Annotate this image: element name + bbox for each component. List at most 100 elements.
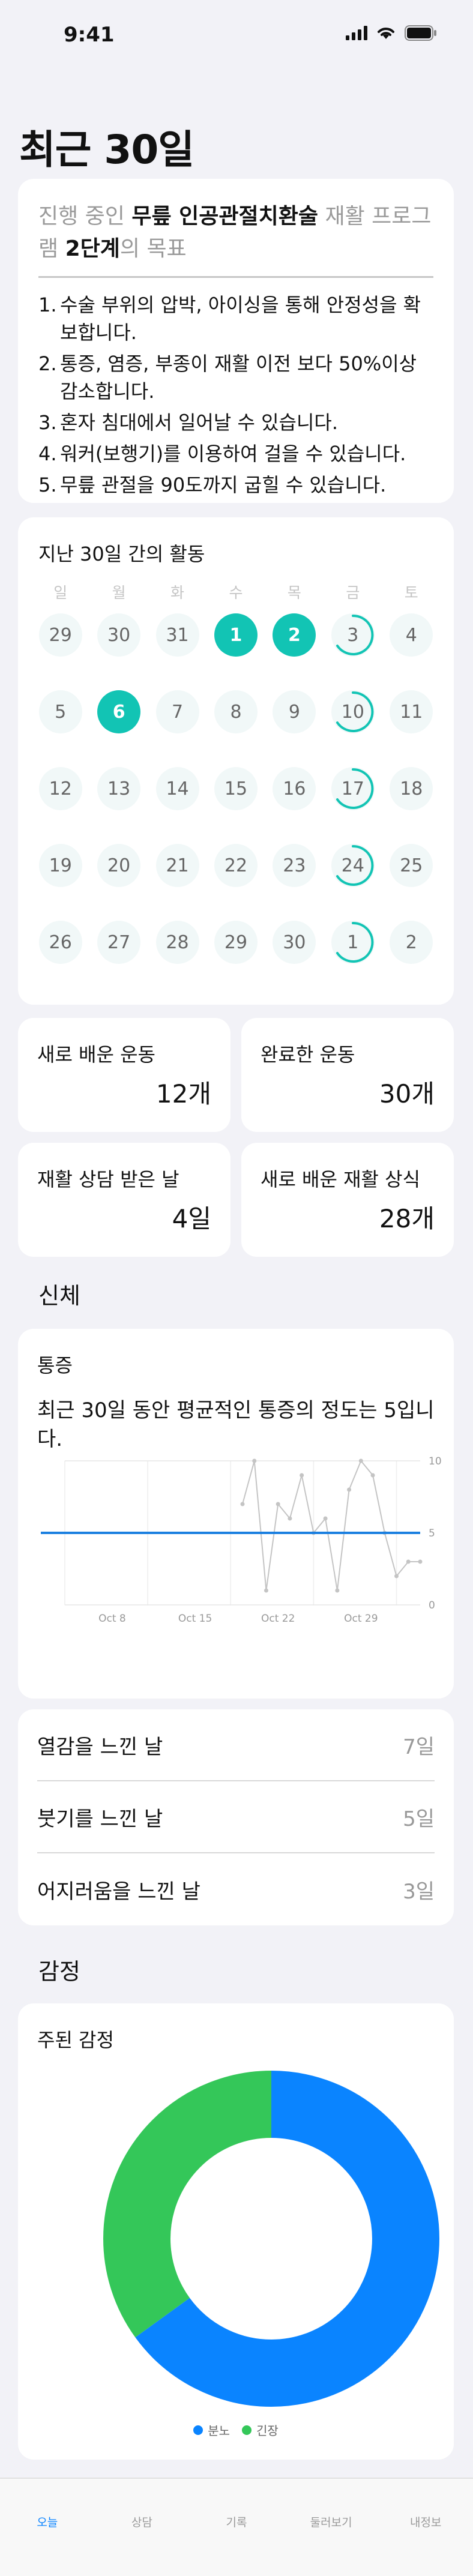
- calendar-day[interactable]: 24: [331, 844, 375, 887]
- legend-item: 긴장: [242, 2421, 279, 2439]
- calendar-day[interactable]: 14: [155, 767, 199, 810]
- activity-card: 지난 30일 간의 활동 일월화수목금토 29 30 31 1 2 3 4 5 6 7 8 9 10 11…: [18, 517, 454, 1005]
- calendar-day[interactable]: 4: [390, 613, 433, 657]
- pain-data-point: [276, 1502, 280, 1506]
- goal-item-text: 무릎 관절을 90도까지 굽힐 수 있습니다.: [60, 474, 387, 496]
- calendar-day[interactable]: 31: [155, 613, 199, 657]
- symptom-label: 어지러움을 느낀 날: [37, 1879, 200, 1904]
- symptom-value: 3일: [403, 1879, 435, 1904]
- battery-icon: [405, 25, 436, 41]
- emotion-card[interactable]: 주된 감정 분노 긴장: [18, 2003, 454, 2460]
- calendar-day[interactable]: 26: [38, 921, 82, 964]
- calendar-day[interactable]: 28: [155, 921, 199, 964]
- calendar-day[interactable]: 13: [97, 767, 141, 810]
- calendar-day-number: 6: [112, 701, 125, 723]
- calendar-day[interactable]: 29: [214, 921, 258, 964]
- calendar-day[interactable]: 29: [38, 613, 82, 657]
- weekday-label: 월: [112, 584, 126, 601]
- calendar-day[interactable]: 7: [155, 690, 199, 733]
- calendar-day-number: 11: [400, 701, 423, 723]
- goal-item-text: 수술 부위의 압박, 아이싱을 통해 안정성을 확보합니다.: [60, 293, 421, 344]
- calendar-day-number: 9: [288, 701, 300, 723]
- emotion-title: 주된 감정: [37, 2029, 114, 2051]
- tab-records[interactable]: 기록: [189, 2514, 284, 2530]
- calendar-day[interactable]: 12: [38, 767, 82, 810]
- status-time: 9:41: [64, 23, 115, 47]
- tab-consult[interactable]: 상담: [95, 2514, 190, 2530]
- stat-label: 새로 배운 재활 상식: [261, 1168, 421, 1191]
- calendar-day-number: 26: [49, 931, 72, 953]
- calendar-day[interactable]: 16: [273, 767, 316, 810]
- calendar-day[interactable]: 20: [97, 844, 141, 887]
- stat-new-exercises[interactable]: 새로 배운 운동 12개: [18, 1018, 230, 1132]
- calendar-day-number: 3: [347, 624, 359, 646]
- symptom-row-dizziness[interactable]: 어지러움을 느낀 날 3일: [37, 1853, 435, 1925]
- calendar-day[interactable]: 30: [97, 613, 141, 657]
- calendar-day-number: 21: [166, 855, 189, 876]
- calendar-day[interactable]: 18: [390, 767, 433, 810]
- activity-calendar: 29 30 31 1 2 3 4 5 6 7 8 9 10 11 12 13 14 15 16 17 18 19 20 21 2…: [31, 613, 441, 964]
- weekday-label: 목: [287, 584, 301, 601]
- calendar-day-number: 30: [107, 624, 131, 646]
- calendar-day[interactable]: 1: [331, 921, 375, 964]
- calendar-day[interactable]: 17: [331, 767, 375, 810]
- calendar-day[interactable]: 3: [331, 613, 375, 657]
- calendar-day[interactable]: 21: [155, 844, 199, 887]
- pain-data-point: [358, 1458, 363, 1463]
- calendar-day-number: 29: [49, 624, 72, 646]
- calendar-day[interactable]: 11: [390, 690, 433, 733]
- calendar-day[interactable]: 22: [214, 844, 258, 887]
- goal-item: 5. 무릎 관절을 90도까지 굽힐 수 있습니다.: [38, 471, 433, 499]
- legend-label: 분노: [208, 2424, 230, 2438]
- stat-label: 재활 상담 받은 날: [37, 1168, 179, 1191]
- weekday-label: 수: [229, 584, 243, 601]
- tab-bar: 오늘 상담 기록 둘러보기 내정보: [0, 2478, 473, 2576]
- emotion-donut-chart: [103, 2071, 439, 2407]
- tab-my-info[interactable]: 내정보: [378, 2514, 473, 2530]
- calendar-day-number: 17: [341, 778, 364, 799]
- calendar-day[interactable]: 1: [214, 613, 258, 657]
- calendar-day-number: 13: [107, 778, 131, 799]
- calendar-day[interactable]: 23: [273, 844, 316, 887]
- calendar-day[interactable]: 6: [97, 690, 141, 733]
- calendar-day[interactable]: 10: [331, 690, 375, 733]
- pain-card[interactable]: 통증 최근 30일 동안 평균적인 통증의 정도는 5입니다. 0 5 10 Oct …: [18, 1329, 454, 1699]
- calendar-day[interactable]: 2: [390, 921, 433, 964]
- goal-item-number: 5.: [38, 474, 57, 496]
- goal-item-number: 2.: [38, 352, 57, 375]
- status-bar: 9:41: [0, 0, 473, 72]
- goal-suffix: 의 목표: [119, 236, 187, 261]
- calendar-day-number: 22: [224, 855, 248, 876]
- pain-data-point: [335, 1588, 340, 1593]
- calendar-day[interactable]: 30: [273, 921, 316, 964]
- goal-heading: 진행 중인 무릎 인공관절치환술 재활 프로그램 2단계의 목표: [38, 200, 433, 278]
- stat-consult-days[interactable]: 재활 상담 받은 날 4일: [18, 1143, 230, 1257]
- goal-item-text: 혼자 침대에서 일어날 수 있습니다.: [60, 411, 339, 434]
- symptom-list: 열감을 느낀 날 7일 붓기를 느낀 날 5일 어지러움을 느낀 날 3일: [18, 1709, 454, 1925]
- calendar-day[interactable]: 25: [390, 844, 433, 887]
- symptom-row-fever[interactable]: 열감을 느낀 날 7일: [37, 1709, 435, 1781]
- calendar-day-number: 4: [405, 624, 417, 646]
- calendar-day[interactable]: 15: [214, 767, 258, 810]
- calendar-day-number: 1: [347, 931, 359, 953]
- calendar-day-number: 5: [55, 701, 67, 723]
- symptom-row-swelling[interactable]: 붓기를 느낀 날 5일: [37, 1781, 435, 1853]
- stat-value: 4일: [172, 1204, 211, 1233]
- calendar-day[interactable]: 8: [214, 690, 258, 733]
- stat-new-knowledge[interactable]: 새로 배운 재활 상식 28개: [241, 1143, 454, 1257]
- calendar-day[interactable]: 2: [273, 613, 316, 657]
- calendar-day[interactable]: 19: [38, 844, 82, 887]
- calendar-day[interactable]: 9: [273, 690, 316, 733]
- pain-data-point: [264, 1588, 268, 1593]
- pain-title: 통증: [37, 1354, 73, 1377]
- tab-today[interactable]: 오늘: [0, 2514, 95, 2530]
- calendar-day-number: 20: [107, 855, 131, 876]
- calendar-day-number: 24: [341, 855, 364, 876]
- stat-label: 완료한 운동: [261, 1043, 355, 1066]
- calendar-day[interactable]: 5: [38, 690, 82, 733]
- calendar-day-number: 28: [166, 931, 189, 953]
- pain-data-point: [418, 1559, 423, 1564]
- stat-completed-exercises[interactable]: 완료한 운동 30개: [241, 1018, 454, 1132]
- tab-explore[interactable]: 둘러보기: [284, 2514, 379, 2530]
- calendar-day[interactable]: 27: [97, 921, 141, 964]
